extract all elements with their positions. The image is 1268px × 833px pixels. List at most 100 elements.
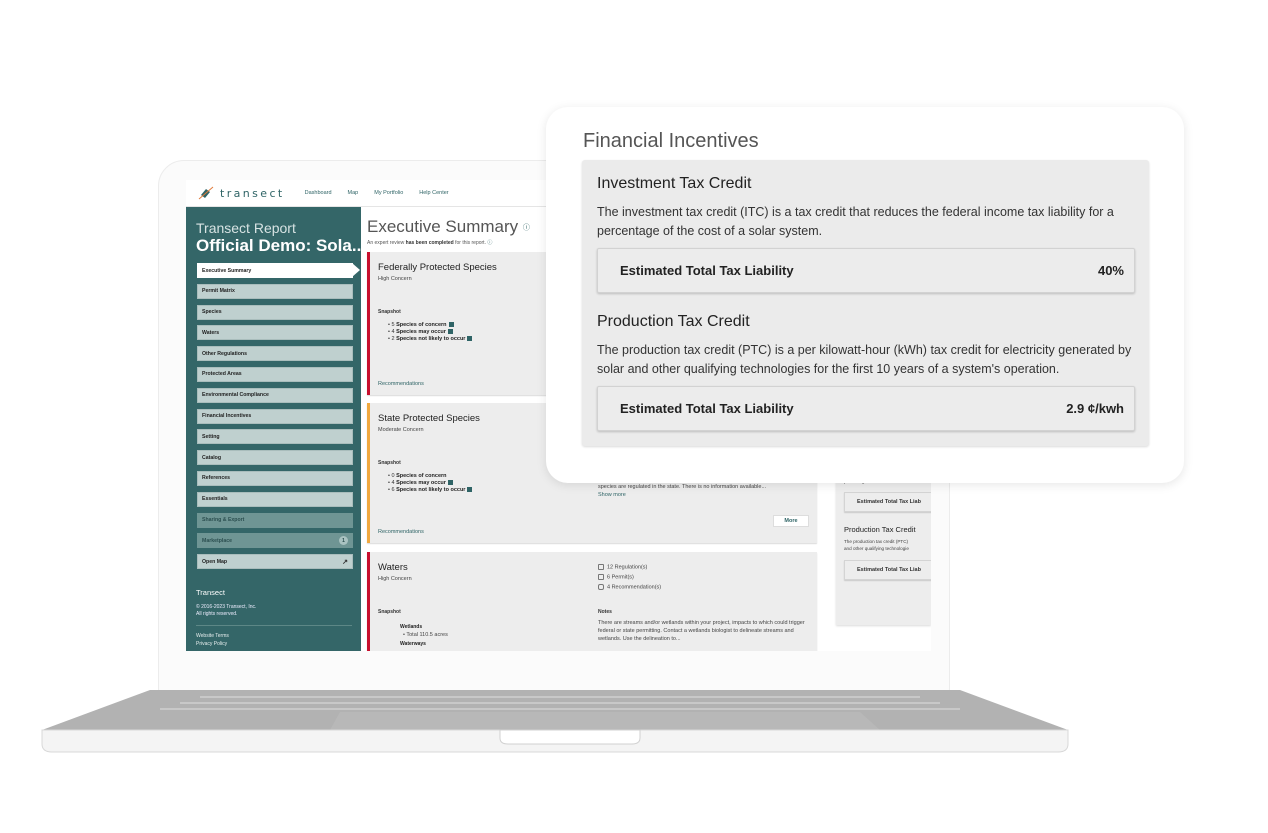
sidebar-item-marketplace[interactable]: Marketplace 1 [197,533,353,549]
count: 4 [391,329,395,336]
nav-help-center[interactable]: Help Center [419,190,448,196]
sidebar-item-species[interactable]: Species [197,304,353,320]
wetlands-label: Wetlands [400,624,423,630]
card-title: Waters [378,562,408,573]
list-item: 5 Species of concern [388,322,472,329]
sidebar-item-executive-summary[interactable]: Executive Summary [197,263,360,278]
ptc-preview-text: The production tax credit (PTC) [844,539,909,544]
sidebar-item-sharing-export[interactable]: Sharing & Export [197,512,353,528]
sidebar-item-environmental-compliance[interactable]: Environmental Compliance [197,387,353,403]
sidebar-item-financial-incentives[interactable]: Financial Incentives [197,408,353,424]
itc-preview-box: Estimated Total Tax Liab [844,492,931,512]
concern-level: High Concern [378,276,412,282]
page-title: Executive Summary ⓘ [367,217,530,237]
more-button[interactable]: More [773,515,809,527]
ptc-preview-title: Production Tax Credit [844,525,916,534]
card-title: State Protected Species [378,413,480,424]
page-title-text: Executive Summary [367,217,519,236]
notes-line: species are regulated in the state. Ther… [598,484,767,490]
ptc-preview-box: Estimated Total Tax Liab [844,560,931,580]
privacy-policy-link[interactable]: Privacy Policy [196,640,229,648]
item-text: Species may occur [396,480,446,487]
brand-name: transect [220,186,285,200]
itc-liability-value: 40% [1097,263,1124,278]
help-icon[interactable]: ⓘ [523,225,530,232]
wetlands-total-text: Total 110.5 acres [406,632,448,638]
nav-my-portfolio[interactable]: My Portfolio [374,190,403,196]
count: 5 [391,322,395,328]
stat-text: 12 Regulation(s) [607,564,648,571]
arrow-box-icon[interactable] [448,322,454,328]
recommendations-link[interactable]: Recommendations [378,529,424,535]
card-waters: Waters High Concern 12 Regulation(s) 6 P… [367,552,817,651]
notes-label: Notes [598,609,612,615]
ptc-description: The production tax credit (PTC) is a per… [597,343,1132,376]
item-text: Species of concern [396,473,447,479]
website-terms-link[interactable]: Website Terms [196,632,229,640]
transect-logo-icon [198,186,214,200]
item-text: Species of concern [396,322,447,328]
rights-text: All rights reserved. [196,611,238,617]
sidebar-item-protected-areas[interactable]: Protected Areas [197,366,353,382]
sidebar-item-catalog[interactable]: Catalog [197,450,353,466]
nav-map[interactable]: Map [348,190,359,196]
sidebar-item-label: Financial Incentives [202,413,252,420]
arrow-box-icon[interactable] [447,329,453,335]
sidebar-item-label: Other Regulations [202,350,247,357]
sidebar: Transect Report Official Demo: Sola... E… [186,207,366,651]
regulation-icon [598,564,604,570]
count: 0 [391,473,395,479]
sidebar-item-label: Essentials [202,496,228,503]
sidebar-item-other-regulations[interactable]: Other Regulations [197,346,353,362]
concern-level: Moderate Concern [378,427,424,433]
footer-title: Transect [196,588,225,597]
list-item: 4 Species may occur [388,480,472,487]
recommendations-link[interactable]: Recommendations [378,381,424,387]
arrow-box-icon[interactable] [467,487,473,493]
external-link-icon: ↗ [342,558,348,566]
list-item: 0 Species of concern [388,473,472,480]
footer-links: Website Terms Privacy Policy [196,632,229,648]
sidebar-item-essentials[interactable]: Essentials [197,491,353,507]
show-more-link[interactable]: Show more [598,491,814,499]
item-text: Species may occur [396,329,446,336]
itc-liability-label: Estimated Total Tax Liability [620,263,794,278]
snapshot-label: Snapshot [378,609,401,615]
incentives-box: Investment Tax Credit The investment tax… [582,160,1149,446]
brand-logo[interactable]: transect [198,186,285,200]
arrow-box-icon[interactable] [447,480,453,486]
snapshot-label: Snapshot [378,309,401,315]
wetlands-total: • Total 110.5 acres [403,632,448,638]
sidebar-item-references[interactable]: References [197,470,353,486]
itc-description: The investment tax credit (ITC) is a tax… [597,205,1114,238]
sidebar-item-label: Marketplace [202,537,232,544]
concern-level: High Concern [378,576,412,582]
review-status-post: for this report. [453,240,486,246]
item-text: Species not likely to occur [396,487,466,494]
sidebar-menu: Executive Summary Permit Matrix Species … [197,263,360,575]
stage: transect Dashboard Map My Portfolio Help… [0,0,1268,833]
count: 4 [391,480,395,487]
ptc-title: Production Tax Credit [597,313,750,330]
sidebar-item-waters[interactable]: Waters [197,325,353,341]
item-text: Species not likely to occur [396,336,466,343]
arrow-box-icon[interactable] [467,336,473,342]
permits-stat[interactable]: 6 Permit(s) [598,574,634,580]
help-icon[interactable]: ⓘ [487,240,492,246]
copyright-text: © 2016-2023 Transect, Inc. [196,604,257,610]
itc-liability-row: Estimated Total Tax Liability 40% [597,248,1135,293]
report-title: Official Demo: Sola... [196,236,367,255]
ptc-liability-row: Estimated Total Tax Liability 2.9 ¢/kwh [597,386,1135,431]
regulations-stat[interactable]: 12 Regulation(s) [598,564,647,570]
footer-divider [196,625,352,626]
sidebar-item-permit-matrix[interactable]: Permit Matrix [197,283,353,299]
nav-dashboard[interactable]: Dashboard [305,190,332,196]
sidebar-item-label: Environmental Compliance [202,392,269,399]
stat-text: 4 Recommendation(s) [607,584,662,591]
count: 6 [391,487,395,494]
recommendations-stat[interactable]: 4 Recommendation(s) [598,584,661,590]
sidebar-item-setting[interactable]: Setting [197,429,353,445]
review-status-pre: An expert review [367,240,406,246]
sidebar-item-open-map[interactable]: Open Map ↗ [197,554,353,570]
ptc-liability-value: 2.9 ¢/kwh [1066,401,1124,416]
